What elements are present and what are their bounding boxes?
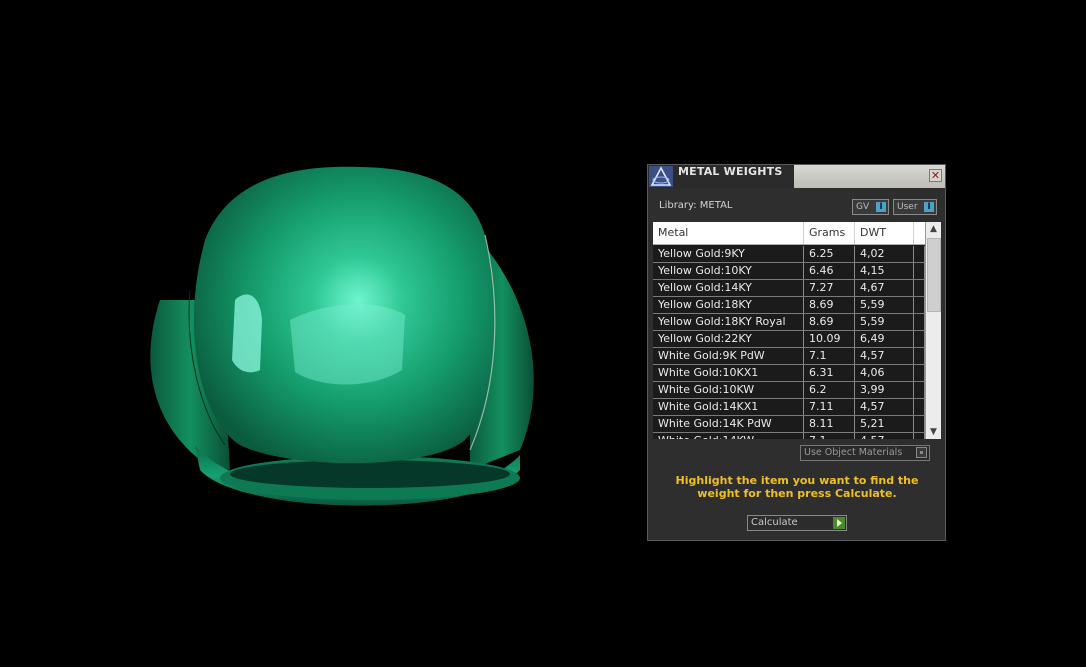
table-row[interactable]: White Gold:10KX1 6.31 4,06	[653, 365, 925, 382]
table-row[interactable]: Yellow Gold:22KY 10.09 6,49	[653, 331, 925, 348]
column-header-extra	[914, 222, 925, 244]
cell-metal: White Gold:14KX1	[653, 399, 804, 415]
cell-metal: Yellow Gold:9KY	[653, 246, 804, 262]
cell-extra	[914, 263, 925, 279]
table-row[interactable]: Yellow Gold:14KY 7.27 4,67	[653, 280, 925, 297]
cell-metal: Yellow Gold:18KY Royal	[653, 314, 804, 330]
cell-dwt: 5,59	[855, 314, 914, 330]
cell-grams: 7.1	[804, 348, 855, 364]
cell-extra	[914, 280, 925, 296]
scrollbar-thumb[interactable]	[927, 238, 941, 312]
cell-grams: 8.11	[804, 416, 855, 432]
table-row[interactable]: Yellow Gold:18KY 8.69 5,59	[653, 297, 925, 314]
panel-titlebar[interactable]: METAL WEIGHTS ✕	[648, 165, 945, 188]
cell-extra	[914, 331, 925, 347]
cell-dwt: 4,06	[855, 365, 914, 381]
cell-grams: 6.31	[804, 365, 855, 381]
use-object-materials-label: Use Object Materials	[804, 447, 903, 458]
scroll-down-icon[interactable]: ▼	[926, 425, 941, 439]
cell-dwt: 5,21	[855, 416, 914, 432]
cell-dwt: 3,99	[855, 382, 914, 398]
user-indicator-icon: I	[924, 202, 934, 212]
table-body: Yellow Gold:9KY 6.25 4,02 Yellow Gold:10KY 6…	[653, 246, 925, 439]
table-row[interactable]: White Gold:10KW 6.2 3,99	[653, 382, 925, 399]
table-row[interactable]: Yellow Gold:18KY Royal 8.69 5,59	[653, 314, 925, 331]
table-scrollbar[interactable]: ▲ ▼	[925, 222, 941, 439]
cell-extra	[914, 399, 925, 415]
table-row[interactable]: White Gold:14KW7.14,57	[653, 433, 925, 439]
cell-metal: White Gold:14KW	[653, 433, 804, 439]
cell-extra	[914, 314, 925, 330]
column-header-grams[interactable]: Grams	[804, 222, 855, 244]
table-row[interactable]: Yellow Gold:9KY 6.25 4,02	[653, 246, 925, 263]
use-object-materials-checkbox[interactable]	[916, 447, 927, 458]
cell-extra	[914, 433, 925, 439]
cell-metal: Yellow Gold:14KY	[653, 280, 804, 296]
table-row[interactable]: White Gold:9K PdW 7.1 4,57	[653, 348, 925, 365]
metal-table: Metal Grams DWT Yellow Gold:9KY 6.25 4,02 Y…	[653, 222, 941, 439]
close-icon: ✕	[930, 169, 941, 182]
cell-grams: 6.46	[804, 263, 855, 279]
library-label: Library: METAL	[659, 200, 733, 211]
panel-title: METAL WEIGHTS	[678, 165, 783, 178]
cell-grams: 7.11	[804, 399, 855, 415]
app-logo-icon	[649, 166, 673, 187]
table-row[interactable]: White Gold:14K PdW 8.11 5,21	[653, 416, 925, 433]
title-tab: METAL WEIGHTS	[648, 165, 794, 188]
cell-metal: White Gold:10KW	[653, 382, 804, 398]
table-row[interactable]: Yellow Gold:10KY 6.46 4,15	[653, 263, 925, 280]
cell-metal: Yellow Gold:10KY	[653, 263, 804, 279]
cell-dwt: 6,49	[855, 331, 914, 347]
calculate-button[interactable]: Calculate	[747, 515, 847, 531]
user-toggle[interactable]: User I	[893, 199, 937, 215]
cell-metal: Yellow Gold:22KY	[653, 331, 804, 347]
column-header-metal[interactable]: Metal	[653, 222, 804, 244]
cell-dwt: 4,57	[855, 433, 914, 439]
cell-extra	[914, 382, 925, 398]
use-object-materials-button[interactable]: Use Object Materials	[800, 445, 930, 461]
cell-grams: 6.2	[804, 382, 855, 398]
table-header: Metal Grams DWT	[653, 222, 925, 245]
cell-dwt: 4,57	[855, 399, 914, 415]
instruction-text: Highlight the item you want to find the …	[675, 474, 919, 500]
cell-extra	[914, 348, 925, 364]
cell-extra	[914, 297, 925, 313]
column-header-dwt[interactable]: DWT	[855, 222, 914, 244]
user-toggle-label: User	[897, 202, 918, 212]
cell-grams: 7.27	[804, 280, 855, 296]
cell-extra	[914, 416, 925, 432]
cell-grams: 6.25	[804, 246, 855, 262]
cell-extra	[914, 365, 925, 381]
table-row[interactable]: White Gold:14KX1 7.11 4,57	[653, 399, 925, 416]
cell-metal: White Gold:10KX1	[653, 365, 804, 381]
cell-grams: 8.69	[804, 314, 855, 330]
cell-metal: Yellow Gold:18KY	[653, 297, 804, 313]
play-arrow-icon	[833, 517, 845, 529]
gv-toggle-label: GV	[856, 202, 870, 212]
gv-toggle[interactable]: GV I	[852, 199, 889, 215]
cell-dwt: 4,67	[855, 280, 914, 296]
gv-indicator-icon: I	[876, 202, 886, 212]
metal-weights-panel: METAL WEIGHTS ✕ Library: METAL GV I User…	[647, 164, 946, 541]
cell-extra	[914, 246, 925, 262]
cell-dwt: 5,59	[855, 297, 914, 313]
scroll-up-icon[interactable]: ▲	[926, 222, 941, 236]
cell-metal: White Gold:9K PdW	[653, 348, 804, 364]
calculate-label: Calculate	[751, 517, 798, 528]
cell-grams: 8.69	[804, 297, 855, 313]
cell-dwt: 4,02	[855, 246, 914, 262]
cell-grams: 7.1	[804, 433, 855, 439]
cell-dwt: 4,15	[855, 263, 914, 279]
close-button[interactable]: ✕	[929, 169, 942, 182]
cell-grams: 10.09	[804, 331, 855, 347]
cell-dwt: 4,57	[855, 348, 914, 364]
cell-metal: White Gold:14K PdW	[653, 416, 804, 432]
